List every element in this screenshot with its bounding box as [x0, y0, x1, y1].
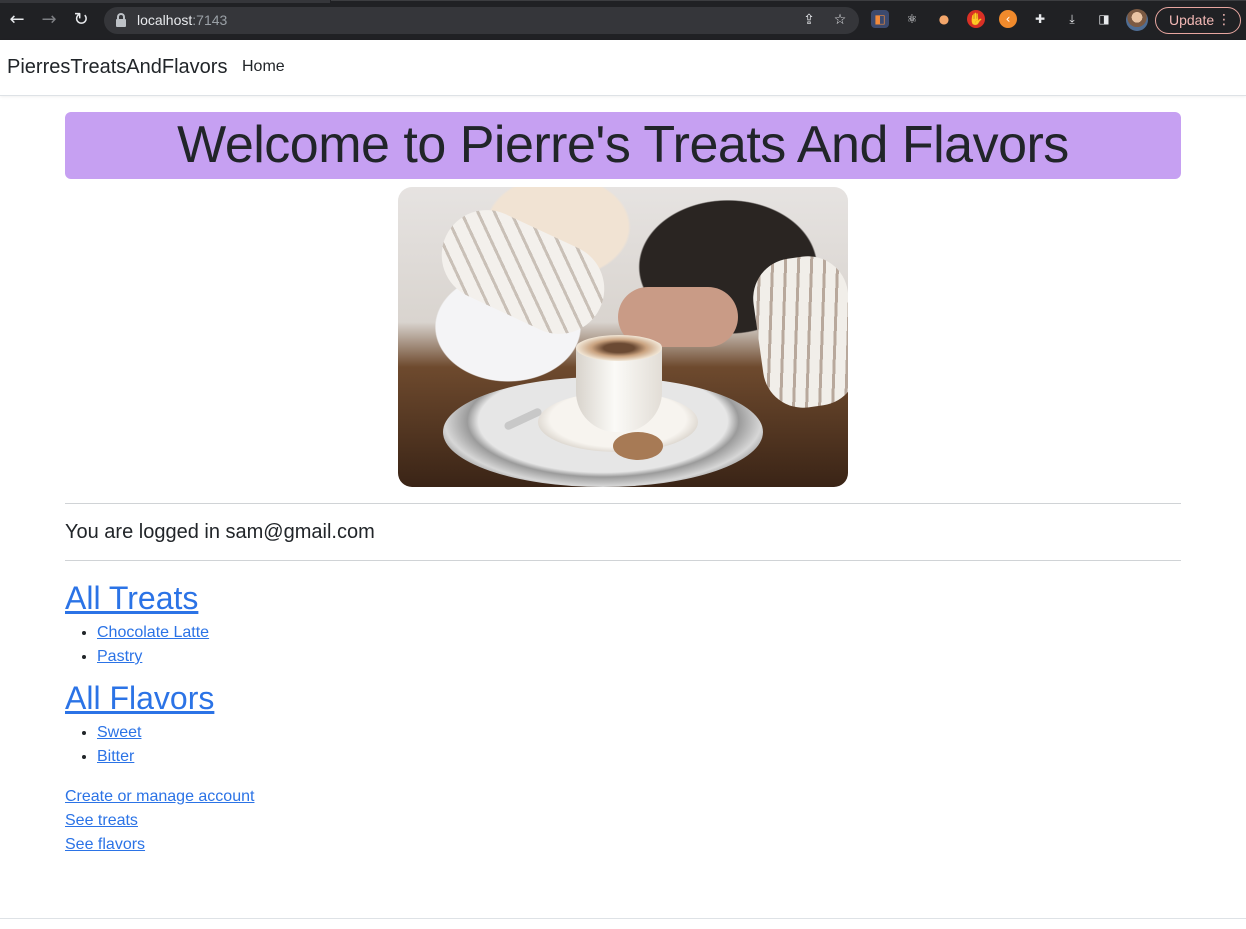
forward-arrow-icon[interactable]: →	[39, 9, 59, 31]
photo-arm	[426, 195, 620, 349]
share-icon[interactable]: ⇪	[800, 11, 818, 29]
url-host: localhost	[137, 12, 193, 28]
all-flavors-link[interactable]: All Flavors	[65, 680, 214, 717]
extension-icon-4[interactable]: ✋	[967, 10, 985, 28]
extension-icon-5[interactable]: ‹	[999, 10, 1017, 28]
coffee-cup-photo	[398, 187, 848, 487]
brand-link[interactable]: PierresTreatsAndFlavors	[7, 56, 227, 79]
reload-icon[interactable]: ↻	[71, 9, 91, 31]
hero-banner: Welcome to Pierre's Treats And Flavors	[65, 112, 1181, 179]
treat-link[interactable]: Pastry	[97, 648, 142, 665]
address-bar[interactable]: localhost:7143 ⇪ ☆	[104, 7, 859, 34]
lock-icon	[116, 13, 126, 27]
footer-links: Create or manage account See treats See …	[65, 785, 1181, 857]
nav-home-link[interactable]: Home	[242, 58, 285, 76]
list-item: Bitter	[97, 745, 1181, 769]
treats-list: Chocolate Latte Pastry	[97, 621, 1181, 669]
photo-foam	[576, 335, 662, 361]
url-text: localhost:7143	[137, 12, 227, 28]
footer-divider	[0, 918, 1246, 919]
see-flavors-link[interactable]: See flavors	[65, 833, 1181, 857]
extension-icon-1[interactable]: ◧	[871, 10, 889, 28]
menu-dots-icon[interactable]: ⋮	[1217, 8, 1231, 33]
page-title: Welcome to Pierre's Treats And Flavors	[177, 116, 1069, 174]
react-devtools-icon[interactable]: ⚛	[903, 10, 921, 28]
browser-toolbar: ← → ↻ localhost:7143 ⇪ ☆ ◧ ⚛ ● ✋ ‹ ✚ ⤓ ◨…	[0, 0, 1246, 40]
treat-link[interactable]: Chocolate Latte	[97, 624, 209, 641]
download-icon[interactable]: ⤓	[1063, 10, 1081, 28]
update-label: Update	[1169, 12, 1215, 28]
list-item: Sweet	[97, 721, 1181, 745]
main-content: Welcome to Pierre's Treats And Flavors Y…	[65, 112, 1181, 857]
login-status: You are logged in sam@gmail.com	[65, 521, 375, 543]
update-button[interactable]: Update ⋮	[1155, 7, 1241, 34]
extension-icon-3[interactable]: ●	[935, 10, 953, 28]
see-treats-link[interactable]: See treats	[65, 809, 1181, 833]
flavor-link[interactable]: Bitter	[97, 748, 134, 765]
list-item: Pastry	[97, 645, 1181, 669]
back-arrow-icon[interactable]: ←	[7, 9, 27, 31]
active-tab-strip	[0, 0, 330, 3]
bookmark-star-icon[interactable]: ☆	[831, 11, 849, 29]
extensions-puzzle-icon[interactable]: ✚	[1031, 10, 1049, 28]
flavor-link[interactable]: Sweet	[97, 724, 141, 741]
manage-account-link[interactable]: Create or manage account	[65, 785, 1181, 809]
list-item: Chocolate Latte	[97, 621, 1181, 645]
tab-strip-divider	[331, 0, 1246, 1]
photo-cookie	[613, 432, 663, 460]
site-navbar: PierresTreatsAndFlavors Home	[0, 40, 1246, 96]
side-panel-icon[interactable]: ◨	[1095, 10, 1113, 28]
flavors-list: Sweet Bitter	[97, 721, 1181, 769]
url-port: :7143	[192, 12, 228, 28]
profile-avatar[interactable]	[1126, 9, 1148, 31]
all-treats-link[interactable]: All Treats	[65, 580, 198, 617]
photo-sleeve	[748, 251, 848, 413]
divider	[65, 560, 1181, 561]
